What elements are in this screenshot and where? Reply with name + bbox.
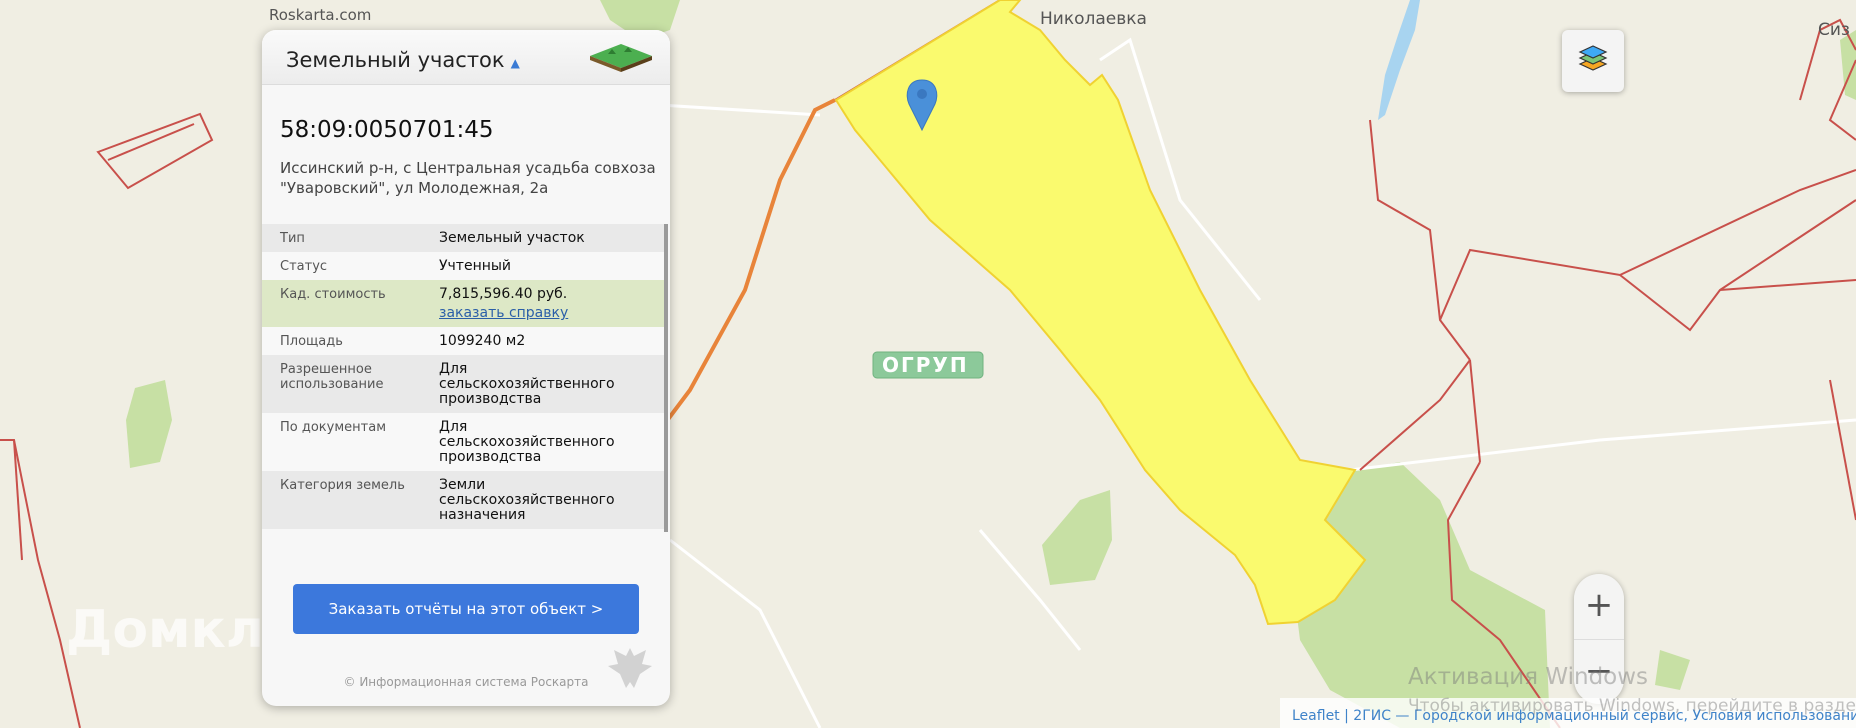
panel-title[interactable]: Земельный участок ▲	[286, 48, 520, 72]
table-row: Кад. стоимость 7,815,596.40 руб. заказат…	[262, 280, 664, 327]
properties-table: Тип Земельный участок Статус Учтенный Ка…	[262, 224, 664, 529]
edge-place-label: Сиз	[1818, 20, 1850, 40]
land-plot-icon	[588, 40, 654, 77]
prop-key: Категория земель	[280, 478, 405, 493]
os-activation-text: Чтобы активировать Windows, перейдите в …	[1408, 696, 1856, 716]
address-text: Иссинский р-н, с Центральная усадьба сов…	[280, 159, 656, 197]
info-panel: Земельный участок ▲ 58:09:0050701:45 Исси…	[262, 30, 670, 706]
table-row: Разрешенное использование Для сельскохоз…	[262, 355, 664, 413]
prop-value-cell: 7,815,596.40 руб. заказать справку	[439, 287, 639, 321]
zoom-in-button[interactable]: +	[1574, 574, 1624, 639]
table-row: Площадь 1099240 м2	[262, 327, 664, 355]
prop-key: Тип	[280, 231, 305, 246]
prop-value: Земельный участок	[439, 230, 585, 246]
panel-header[interactable]: Земельный участок ▲	[262, 30, 670, 85]
prop-key: Статус	[280, 259, 328, 274]
table-row: По документам Для сельскохозяйственного …	[262, 413, 664, 471]
layers-button[interactable]	[1562, 30, 1624, 92]
cadastral-number: 58:09:0050701:45	[280, 117, 494, 143]
panel-title-text: Земельный участок	[286, 48, 505, 72]
prop-value: Для сельскохозяйственного производства	[439, 361, 615, 407]
eagle-emblem-icon	[604, 642, 656, 699]
prop-value: Учтенный	[439, 258, 512, 274]
table-row: Тип Земельный участок	[262, 224, 664, 252]
stamp-text: ОГРУП	[882, 353, 969, 377]
village-label: Николаевка	[1040, 9, 1147, 29]
chevron-up-icon[interactable]: ▲	[511, 56, 520, 70]
prop-key: По документам	[280, 420, 386, 435]
prop-key: Разрешенное использование	[280, 362, 384, 392]
scrollbar[interactable]	[664, 224, 668, 532]
table-row: Категория земель Земли сельскохозяйствен…	[262, 471, 664, 529]
prop-value: Земли сельскохозяйственного назначения	[439, 477, 615, 523]
prop-key: Кад. стоимость	[280, 287, 386, 302]
os-activation-title: Активация Windows	[1408, 664, 1649, 690]
order-reports-button[interactable]: Заказать отчёты на этот объект >	[293, 584, 639, 634]
order-certificate-link[interactable]: заказать справку	[439, 306, 639, 321]
prop-value: 7,815,596.40 руб.	[439, 286, 568, 302]
table-row: Статус Учтенный	[262, 252, 664, 280]
layers-icon	[1576, 42, 1610, 81]
prop-value: Для сельскохозяйственного производства	[439, 419, 615, 465]
site-label: Roskarta.com	[269, 6, 372, 24]
prop-key: Площадь	[280, 334, 343, 349]
prop-value: 1099240 м2	[439, 333, 526, 349]
